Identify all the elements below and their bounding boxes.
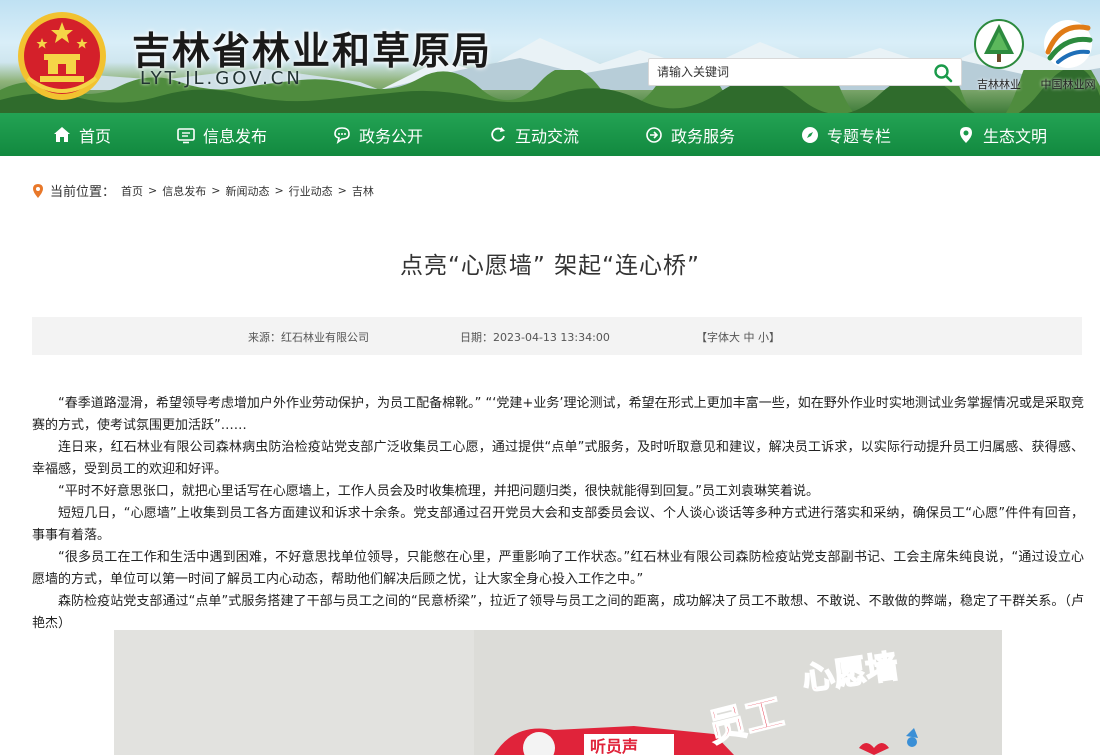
breadcrumb-separator: > xyxy=(148,184,158,197)
article-photo: 听员声 员工 心愿墙 xyxy=(114,630,1002,755)
breadcrumb-item-home[interactable]: 首页 xyxy=(121,183,143,199)
nav-item-info-release[interactable]: 信息发布 xyxy=(177,123,267,147)
source-label: 来源： xyxy=(248,331,281,344)
breadcrumb: 当前位置： 首页 > 信息发布 > 新闻动态 > 行业动态 > 吉林 xyxy=(32,181,374,200)
location-icon xyxy=(959,126,972,143)
article-paragraph: 连日来，红石林业有限公司森林病虫防治检疫站党支部广泛收集员工心愿，通过提供“点单… xyxy=(32,440,1084,477)
article-paragraph: “春季道路湿滑，希望领导考虑增加户外作业劳动保护，为员工配备棉靴。” “‘党建+… xyxy=(32,396,1084,433)
nav-item-special-topics[interactable]: 专题专栏 xyxy=(801,123,891,147)
nav-item-label: 信息发布 xyxy=(202,126,267,146)
home-icon xyxy=(53,126,70,142)
national-emblem-icon xyxy=(18,12,106,100)
article-paragraph: 短短几日，“心愿墙”上收集到员工各方面建议和诉求十余条。党支部通过召开党员大会和… xyxy=(32,506,1084,543)
article-title: 点亮“心愿墙” 架起“连心桥” xyxy=(400,253,700,279)
nav-item-gov-affairs[interactable]: 政务公开 xyxy=(333,123,423,147)
breadcrumb-separator: > xyxy=(211,184,221,197)
nav-item-label: 生态文明 xyxy=(982,126,1047,146)
breadcrumb-separator: > xyxy=(274,184,284,197)
article-paragraph: 森防检疫站党支部通过“点单”式服务搭建了干部与员工之间的“民意桥梁”，拉近了领导… xyxy=(32,594,1084,631)
breadcrumb-item-news[interactable]: 新闻动态 xyxy=(225,183,269,199)
nav-item-label: 政务公开 xyxy=(358,126,423,146)
font-size-small[interactable]: 小 xyxy=(758,331,769,344)
china-forestry-logo[interactable]: 中国林业网 xyxy=(1036,18,1100,91)
font-size-close: 】 xyxy=(769,331,780,344)
article-date: 日期：2023-04-13 13:34:00 xyxy=(460,329,610,345)
nav-item-gov-services[interactable]: 政务服务 xyxy=(645,123,735,147)
chat-icon xyxy=(334,126,350,144)
search-box xyxy=(648,58,962,86)
font-size-large[interactable]: 大 xyxy=(729,331,740,344)
main-nav: 首页 信息发布 政务公开 互动交流 政务服务 专题专栏 生态文明 xyxy=(0,113,1100,156)
jilin-forestry-logo-icon xyxy=(974,19,1024,69)
breadcrumb-label: 当前位置： xyxy=(50,185,116,200)
site-title: 吉林省林业和草原局 xyxy=(132,29,493,73)
wish-wall-photo: 听员声 员工 心愿墙 xyxy=(114,630,1002,755)
date-label: 日期： xyxy=(460,331,493,344)
article-paragraph: “平时不好意思张口，就把心里话写在心愿墙上，工作人员会及时收集梳理，并把问题归类… xyxy=(58,484,819,499)
screen-icon xyxy=(177,127,195,143)
source-value: 红石林业有限公司 xyxy=(281,331,369,344)
font-size-switcher: 【字体大 中 小】 xyxy=(696,329,780,345)
nav-item-label: 互动交流 xyxy=(514,126,579,146)
nav-item-label: 首页 xyxy=(78,126,111,146)
date-value: 2023-04-13 13:34:00 xyxy=(493,331,610,344)
breadcrumb-item-industry[interactable]: 行业动态 xyxy=(289,183,333,199)
nav-item-label: 专题专栏 xyxy=(826,126,891,146)
breadcrumb-item-jilin[interactable]: 吉林 xyxy=(352,183,374,199)
compass-icon xyxy=(801,126,818,143)
article-content: “春季道路湿滑，希望领导考虑增加户外作业劳动保护，为员工配备棉靴。” “‘党建+… xyxy=(32,393,1084,635)
nav-item-eco-civilization[interactable]: 生态文明 xyxy=(957,123,1047,147)
china-forestry-logo-icon xyxy=(1044,20,1093,68)
font-size-label: 【字体 xyxy=(696,331,729,344)
breadcrumb-separator: > xyxy=(337,184,347,197)
search-icon[interactable] xyxy=(933,63,953,83)
site-domain: LYT.JL.GOV.CN xyxy=(140,68,303,89)
nav-item-label: 政务服务 xyxy=(670,126,735,146)
nav-item-interaction[interactable]: 互动交流 xyxy=(489,123,579,147)
china-forestry-label: 中国林业网 xyxy=(1040,78,1096,91)
jilin-forestry-label: 吉林林业 xyxy=(977,78,1021,91)
refresh-icon xyxy=(491,126,505,141)
nav-item-home[interactable]: 首页 xyxy=(53,123,111,147)
search-input[interactable] xyxy=(649,59,925,85)
location-pin-icon xyxy=(33,183,43,198)
article-source: 来源：红石林业有限公司 xyxy=(248,329,369,345)
header-banner: 吉林省林业和草原局 LYT.JL.GOV.CN 吉林林业 中国林业网 xyxy=(0,0,1100,113)
article-meta-bar: 来源：红石林业有限公司 日期：2023-04-13 13:34:00 【字体大 … xyxy=(32,317,1082,355)
board-text: 听员声 xyxy=(590,737,638,755)
jilin-forestry-logo[interactable]: 吉林林业 xyxy=(968,18,1030,91)
breadcrumb-item-info-release[interactable]: 信息发布 xyxy=(162,183,206,199)
font-size-medium[interactable]: 中 xyxy=(744,331,755,344)
article-paragraph: “很多员工在工作和生活中遇到困难，不好意思找单位领导，只能憋在心里，严重影响了工… xyxy=(32,550,1084,587)
arrow-circle-icon xyxy=(646,126,662,143)
